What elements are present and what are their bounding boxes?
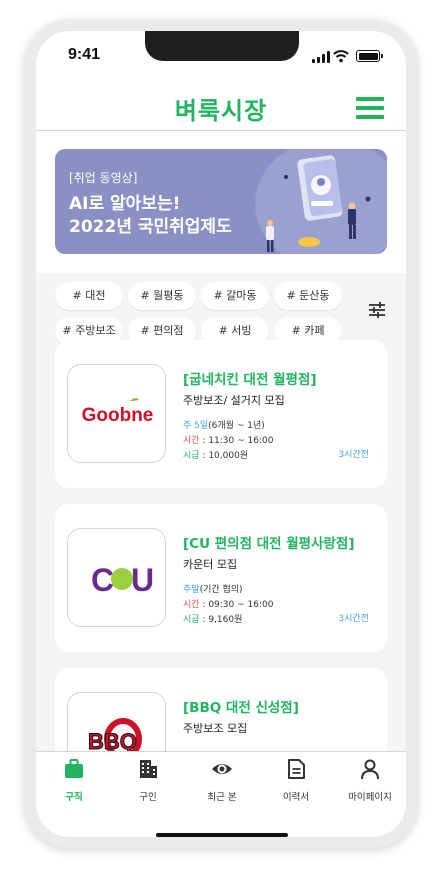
job-card[interactable]: C U [CU 편의점 대전 월평사랑점] 카운터 모집 주말(기간 협의) 시… <box>55 504 387 652</box>
company-logo: Goobne <box>67 364 166 463</box>
app-header: 벼룩시장 <box>36 83 406 131</box>
tab-hiring[interactable]: 구인 <box>118 758 178 803</box>
job-card[interactable]: Goobne [굽네치킨 대전 월평점] 주방보조/ 설거지 모집 주 5일(6… <box>55 340 387 488</box>
job-pay: 시급 : 10,000원 <box>183 451 249 461</box>
cu-logo-icon: C U <box>91 562 154 598</box>
job-role: 주방보조 모집 <box>183 722 248 735</box>
chip-daejeon[interactable]: # 대전 <box>55 282 123 310</box>
job-hours: 시간 : 09:30 ~ 16:00 <box>183 600 274 610</box>
bottom-tab-bar: 구직 구인 최근 본 이력서 마이페이지 <box>36 751 406 837</box>
goobne-logo-icon: Goobne <box>82 398 154 426</box>
svg-text:Goobne: Goobne <box>82 405 154 426</box>
tab-label: 구인 <box>139 792 157 803</box>
tab-label: 마이페이지 <box>348 792 392 803</box>
banner-line2: 2022년 국민취업제도 <box>69 217 232 237</box>
company-logo: C U <box>67 528 166 627</box>
svg-text:U: U <box>131 562 154 598</box>
job-company: [CU 편의점 대전 월평사랑점] <box>183 536 355 552</box>
briefcase-icon <box>65 759 83 778</box>
job-role: 카운터 모집 <box>183 558 238 571</box>
tab-label: 구직 <box>65 792 83 803</box>
job-pay: 시급 : 9,160원 <box>183 615 243 625</box>
tab-job-search[interactable]: 구직 <box>44 758 104 803</box>
tab-mypage[interactable]: 마이페이지 <box>340 758 400 803</box>
job-days: 주 5일(6개월 ~ 1년) <box>183 421 265 431</box>
banner-section: [취업 동영상] AI로 알아보는! 2022년 국민취업제도 <box>36 131 406 273</box>
job-hours: 시간 : 11:30 ~ 16:00 <box>183 436 274 446</box>
screen: 9:41 벼룩시장 [취업 동영상] AI로 알아보는! 2022년 국민취업제… <box>36 31 406 837</box>
building-icon <box>140 760 157 778</box>
banner-illustration <box>266 155 371 252</box>
job-days: 주말(기간 협의) <box>183 585 243 595</box>
job-company: [BBQ 대전 신성점] <box>183 700 299 716</box>
status-time: 9:41 <box>68 46 101 63</box>
document-icon <box>288 759 305 779</box>
tab-label: 최근 본 <box>207 792 237 803</box>
promo-banner[interactable]: [취업 동영상] AI로 알아보는! 2022년 국민취업제도 <box>55 149 387 254</box>
tab-recent[interactable]: 최근 본 <box>192 758 252 803</box>
wifi-icon <box>333 50 349 63</box>
job-company: [굽네치킨 대전 월평점] <box>183 372 317 388</box>
signal-icon <box>312 51 330 63</box>
job-posted-ago: 3시간전 <box>338 614 369 624</box>
menu-icon[interactable] <box>356 97 384 119</box>
chip-dunsan[interactable]: # 둔산동 <box>274 282 342 310</box>
banner-tag: [취업 동영상] <box>69 171 138 185</box>
job-posted-ago: 3시간전 <box>338 450 369 460</box>
chip-galma[interactable]: # 갈마동 <box>201 282 269 310</box>
tab-label: 이력서 <box>282 792 310 803</box>
app-title: 벼룩시장 <box>174 97 268 125</box>
phone-frame: 9:41 벼룩시장 [취업 동영상] AI로 알아보는! 2022년 국민취업제… <box>25 20 417 848</box>
filter-icon[interactable] <box>368 301 386 319</box>
home-indicator <box>156 833 288 837</box>
tab-resume[interactable]: 이력서 <box>266 758 326 803</box>
person-icon <box>361 759 379 780</box>
battery-icon <box>356 50 383 62</box>
svg-text:C: C <box>91 562 114 598</box>
notch <box>145 31 299 61</box>
job-role: 주방보조/ 설거지 모집 <box>183 394 285 407</box>
banner-line1: AI로 알아보는! <box>69 194 181 214</box>
eye-icon <box>212 764 232 774</box>
chip-wolpyeong[interactable]: # 월평동 <box>128 282 196 310</box>
